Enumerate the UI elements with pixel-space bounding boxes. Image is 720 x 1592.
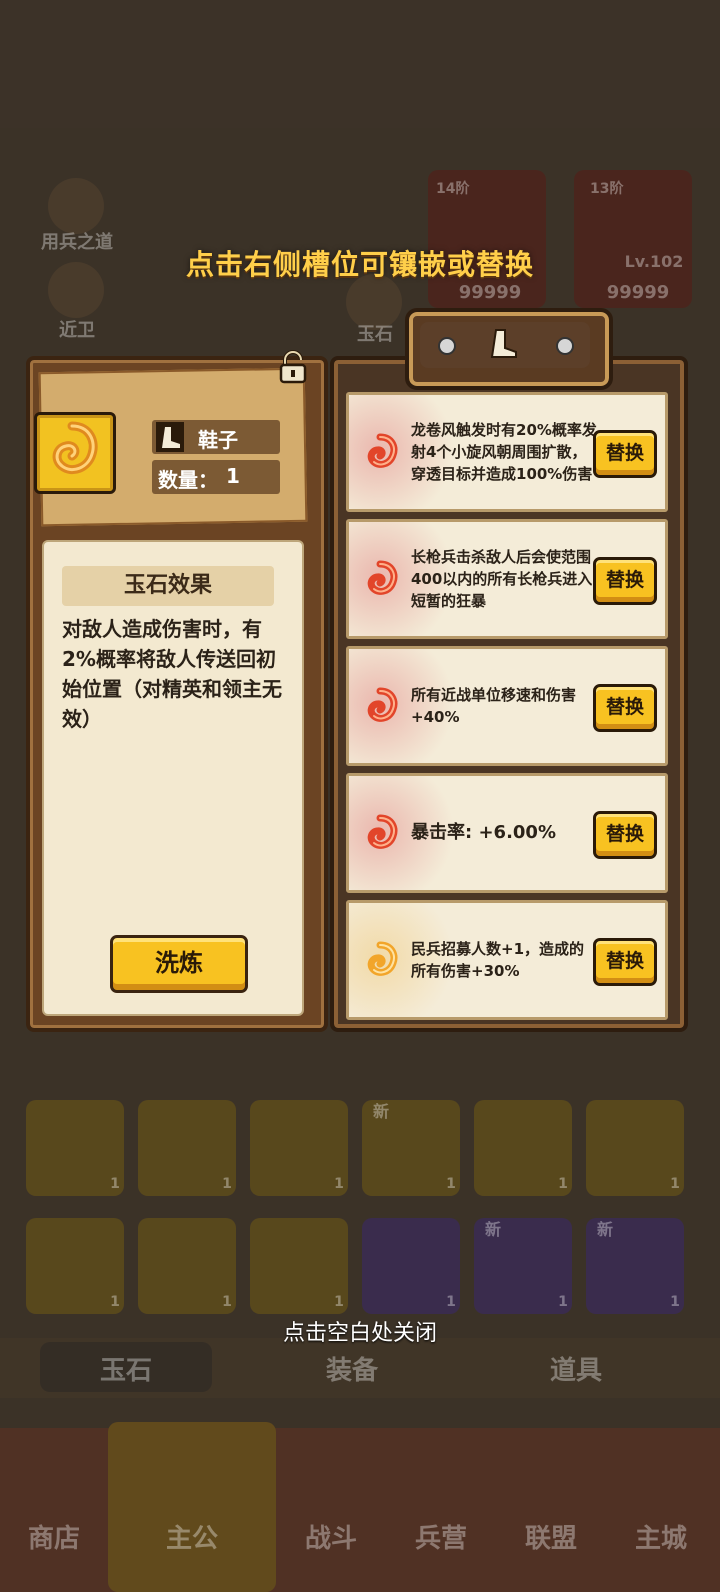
item-type-name: 鞋子 [198, 428, 238, 452]
bg-tile-count: 1 [446, 1176, 456, 1192]
jade-slot-1[interactable]: 龙卷风触发时有20%概率发射4个小旋风朝周围扩散，穿透目标并造成100%伤害 替… [346, 392, 668, 512]
bg-tile-count: 1 [334, 1294, 344, 1310]
bg-tile-count: 1 [222, 1294, 232, 1310]
bg-tile-count: 1 [334, 1176, 344, 1192]
bg-card-level: 14阶 [436, 181, 470, 197]
slot-3-text: 所有近战单位移速和伤害+40% [411, 686, 577, 726]
item-quantity-value: 1 [226, 464, 240, 488]
gold-swirl-jade-icon [367, 941, 398, 976]
bg-tile-count: 1 [558, 1176, 568, 1192]
replace-button-4[interactable]: 替换 [593, 811, 657, 859]
bg-tile-count: 1 [222, 1176, 232, 1192]
bg-nav-item: 联盟 [524, 1524, 577, 1554]
replace-button-5[interactable]: 替换 [593, 938, 657, 986]
bg-nav-item: 主城 [634, 1524, 687, 1554]
effect-description: 对敌人造成伤害时，有2%概率将敌人传送回初始位置（对精英和领主无效） [62, 617, 282, 731]
bg-card-value: 99999 [458, 282, 522, 303]
bg-tab: 道具 [549, 1356, 602, 1386]
slot-2-text: 长枪兵击杀敌人后会使范围400以内的所有长枪兵进入短暂的狂暴 [411, 548, 593, 610]
replace-button-2[interactable]: 替换 [593, 557, 657, 605]
refine-button[interactable]: 洗炼 [110, 935, 248, 993]
bg-tile-count: 1 [446, 1294, 456, 1310]
gold-swirl-jade-icon [34, 412, 116, 494]
slot-5-text: 民兵招募人数+1，造成的所有伤害+30% [411, 940, 585, 980]
effect-title: 玉石效果 [123, 573, 212, 598]
red-swirl-jade-icon [367, 560, 398, 595]
bg-new-badge: 新 [484, 1220, 501, 1239]
jade-slot-2[interactable]: 长枪兵击杀敌人后会使范围400以内的所有长枪兵进入短暂的狂暴 替换 [346, 519, 668, 639]
bg-nav-item: 商店 [27, 1524, 80, 1554]
jade-slot-4[interactable]: 暴击率: +6.00% 替换 [346, 773, 668, 893]
bg-tile-count: 1 [110, 1176, 120, 1192]
replace-button-3[interactable]: 替换 [593, 684, 657, 732]
bg-nav-item: 兵营 [414, 1524, 467, 1554]
slot-4-text: 暴击率: +6.00% [411, 822, 556, 843]
bg-nav-item: 主公 [165, 1524, 218, 1554]
slot-1-text: 龙卷风触发时有20%概率发射4个小旋风朝周围扩散，穿透目标并造成100%伤害 [411, 421, 597, 483]
bg-card-value: 99999 [606, 282, 670, 303]
boot-icon [156, 422, 184, 452]
item-quantity-label: 数量： [158, 468, 218, 492]
red-swirl-jade-icon [367, 814, 398, 849]
red-swirl-jade-icon [367, 433, 398, 468]
bg-card-level: 13阶 [590, 181, 624, 197]
bg-nav-item: 战斗 [304, 1524, 357, 1554]
red-swirl-jade-icon [367, 687, 398, 722]
jade-slot-3[interactable]: 所有近战单位移速和伤害+40% 替换 [346, 646, 668, 766]
instruction-hint: 点击右侧槽位可镶嵌或替换 [185, 248, 534, 281]
rivet-icon [438, 337, 456, 355]
close-hint[interactable]: 点击空白处关闭 [0, 1315, 720, 1347]
bg-tile-count: 1 [110, 1294, 120, 1310]
bg-tab: 玉石 [99, 1356, 152, 1386]
unlocked-padlock-icon[interactable] [276, 350, 310, 384]
bg-tile-count: 1 [670, 1176, 680, 1192]
bg-tile-count: 1 [558, 1294, 568, 1310]
jade-slot-5[interactable]: 民兵招募人数+1，造成的所有伤害+30% 替换 [346, 900, 668, 1020]
bg-new-badge: 新 [372, 1102, 389, 1121]
bg-new-badge: 新 [596, 1220, 613, 1239]
bg-tile-count: 1 [670, 1294, 680, 1310]
replace-button-1[interactable]: 替换 [593, 430, 657, 478]
bg-side-label: 近卫 [59, 320, 95, 341]
boot-icon [490, 329, 517, 358]
rivet-icon [556, 337, 574, 355]
bg-tab: 装备 [325, 1356, 378, 1386]
